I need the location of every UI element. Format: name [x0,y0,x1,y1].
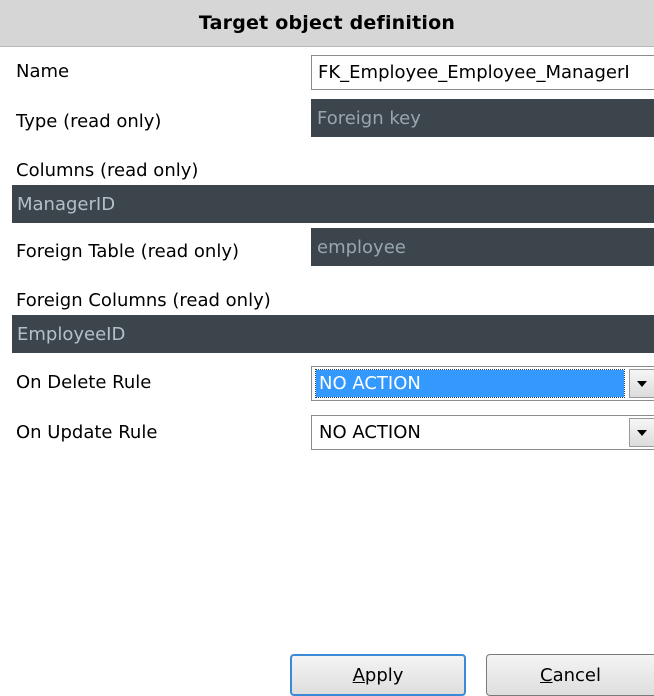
foreign-columns-field: EmployeeID [12,315,654,353]
apply-label: pply [364,664,404,686]
foreign-columns-label: Foreign Columns (read only) [16,290,271,311]
name-input[interactable] [311,55,654,90]
cancel-mnemonic: C [540,664,553,686]
apply-mnemonic: A [352,664,365,686]
foreign-table-field: employee [311,228,654,266]
cancel-button[interactable]: Cancel [486,654,654,696]
apply-button[interactable]: Apply [290,654,466,696]
on-update-value: NO ACTION [319,422,421,443]
type-label: Type (read only) [16,111,162,132]
cancel-label: ancel [552,664,601,686]
dialog-header: Target object definition [0,0,654,47]
columns-label: Columns (read only) [16,160,199,181]
name-label: Name [16,61,70,82]
type-value: Foreign key [317,107,421,129]
on-delete-dropdown-button[interactable] [629,369,654,398]
on-update-select[interactable]: NO ACTION [311,415,654,450]
on-delete-select[interactable]: NO ACTION [311,366,654,401]
chevron-down-icon [637,429,647,436]
foreign-table-label: Foreign Table (read only) [16,241,240,262]
on-update-dropdown-button[interactable] [629,418,654,447]
columns-value: ManagerID [17,193,116,215]
on-delete-label: On Delete Rule [16,372,152,393]
dialog-title: Target object definition [198,12,456,34]
type-field: Foreign key [311,99,654,137]
foreign-columns-value: EmployeeID [17,323,126,345]
columns-field: ManagerID [12,185,654,223]
on-update-label: On Update Rule [16,422,158,443]
on-delete-value: NO ACTION [315,369,625,398]
chevron-down-icon [637,380,647,387]
foreign-table-value: employee [317,236,406,258]
